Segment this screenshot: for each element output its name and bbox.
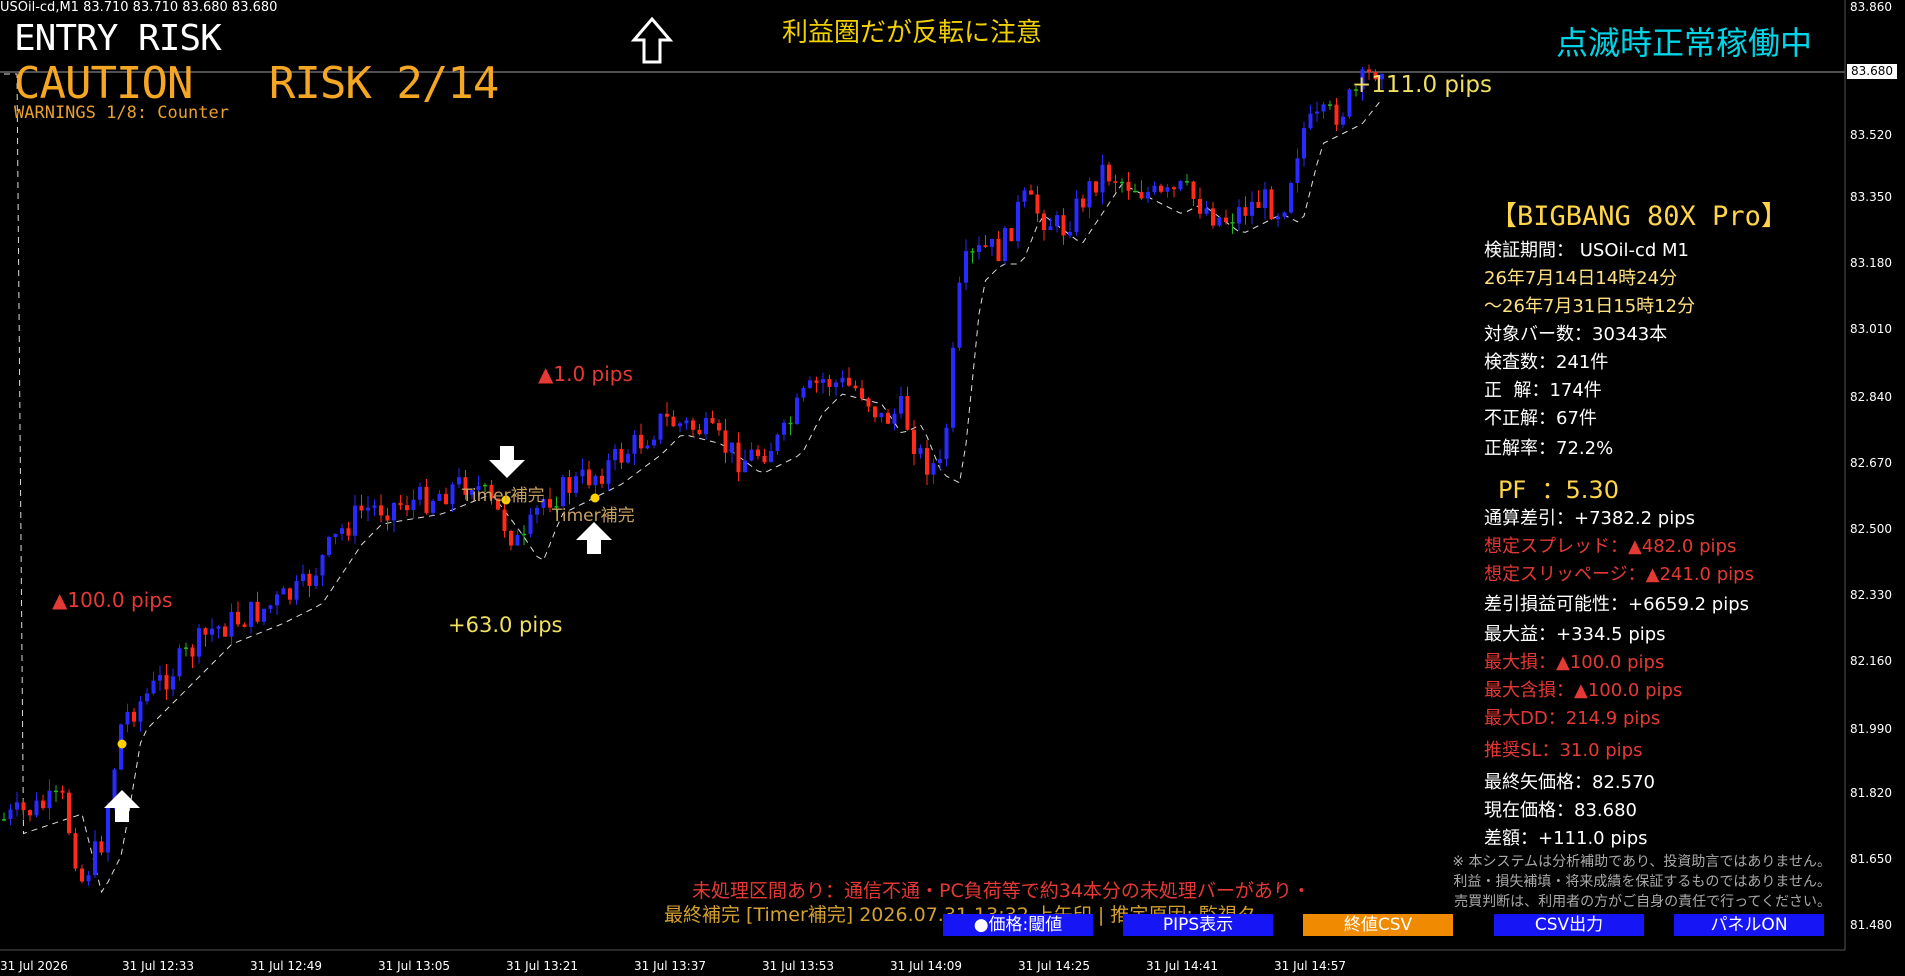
disclaimer-line: ※ 本システムは分析補助であり、投資助言ではありません。 bbox=[1452, 854, 1831, 870]
panel-period-start: 26年7月14日14時24分 bbox=[1484, 268, 1678, 289]
loss-label: ▲100.0 pips bbox=[52, 588, 173, 612]
time-axis-tick: 31 Jul 14:41 bbox=[1146, 959, 1218, 973]
moving-average-line bbox=[4, 73, 1383, 894]
panel-difference: 差額：+111.0 pips bbox=[1484, 828, 1648, 849]
panel-correct: 正 解：174件 bbox=[1484, 380, 1602, 401]
price-axis-tick: 83.010 bbox=[1850, 322, 1892, 336]
panel-profit-factor: PF ：5.30 bbox=[1498, 476, 1619, 504]
pips-display-button[interactable]: PIPS表示 bbox=[1123, 914, 1273, 936]
price-axis-tick: 82.160 bbox=[1850, 654, 1892, 668]
price-axis-tick: 82.670 bbox=[1850, 456, 1892, 470]
panel-current-price: 現在価格：83.680 bbox=[1484, 800, 1637, 821]
unprocessed-warning: 未処理区間あり：通信不通・PC負荷等で約34本分の未処理バーがあり・ bbox=[692, 880, 1311, 902]
time-axis-tick: 31 Jul 14:25 bbox=[1018, 959, 1090, 973]
price-threshold-button[interactable]: ●価格:閾値 bbox=[943, 914, 1093, 936]
panel-period-end: ～26年7月31日15時12分 bbox=[1484, 296, 1696, 317]
price-axis-tick: 83.350 bbox=[1850, 190, 1892, 204]
timer-fill-label: Timer補完 bbox=[462, 486, 545, 506]
signal-dot bbox=[117, 739, 127, 749]
caution-risk-label: CAUTION RISK 2/14 bbox=[14, 58, 499, 109]
price-axis-tick: 81.650 bbox=[1850, 852, 1892, 866]
disclaimer-line: 利益・損失補填・将来成績を保証するものではありません。 bbox=[1453, 874, 1831, 890]
panel-period: 検証期間： USOil-cd M1 bbox=[1484, 240, 1690, 261]
panel-recommended-sl: 推奨SL：31.0 pips bbox=[1484, 740, 1643, 761]
panel-on-button[interactable]: パネルON bbox=[1674, 914, 1824, 936]
time-axis-tick: 31 Jul 13:05 bbox=[378, 959, 450, 973]
panel-max-unrealized-loss: 最大含損：▲100.0 pips bbox=[1484, 680, 1683, 701]
profit-label: +63.0 pips bbox=[448, 613, 563, 637]
time-axis-tick: 31 Jul 14:57 bbox=[1274, 959, 1346, 973]
panel-slippage: 想定スリッページ：▲241.0 pips bbox=[1484, 564, 1754, 585]
loss-label: ▲1.0 pips bbox=[538, 362, 633, 386]
blinking-status-message: 点滅時正常稼働中 bbox=[1556, 24, 1813, 62]
csv-export-button[interactable]: CSV出力 bbox=[1494, 914, 1644, 936]
entry-risk-label: ENTRY RISK bbox=[14, 18, 222, 59]
time-axis-tick: 31 Jul 13:21 bbox=[506, 959, 578, 973]
close-csv-button[interactable]: 終値CSV bbox=[1303, 914, 1453, 936]
panel-accuracy: 正解率：72.2% bbox=[1484, 438, 1614, 459]
price-axis-tick: 82.840 bbox=[1850, 390, 1892, 404]
price-axis-tick: 81.480 bbox=[1850, 918, 1892, 932]
panel-net-diff: 通算差引：+7382.2 pips bbox=[1484, 508, 1696, 529]
timer-fill-label: Timer補完 bbox=[552, 506, 635, 526]
time-axis-tick: 31 Jul 13:37 bbox=[634, 959, 706, 973]
profit-label: +111.0 pips bbox=[1352, 72, 1492, 98]
price-axis-tick: 82.500 bbox=[1850, 522, 1892, 536]
top-advisory-message: 利益圏だが反転に注意 bbox=[782, 18, 1043, 48]
price-axis-tick: 83.520 bbox=[1850, 128, 1892, 142]
time-axis-tick: 31 Jul 13:53 bbox=[762, 959, 834, 973]
price-axis-tick: 81.990 bbox=[1850, 722, 1892, 736]
panel-spread: 想定スプレッド：▲482.0 pips bbox=[1484, 536, 1737, 557]
panel-max-drawdown: 最大DD：214.9 pips bbox=[1484, 708, 1661, 729]
price-axis-tick: 83.860 bbox=[1850, 0, 1892, 14]
time-axis-tick: 31 Jul 12:49 bbox=[250, 959, 322, 973]
up-arrow-outline-icon bbox=[630, 16, 674, 64]
panel-check-count: 検査数：241件 bbox=[1484, 352, 1609, 373]
warnings-label: WARNINGS 1/8: Counter bbox=[14, 103, 229, 123]
price-axis-tick: 83.180 bbox=[1850, 256, 1892, 270]
price-axis-tick: 82.330 bbox=[1850, 588, 1892, 602]
panel-max-loss: 最大損：▲100.0 pips bbox=[1484, 652, 1665, 673]
panel-possible-profit: 差引損益可能性：+6659.2 pips bbox=[1484, 594, 1750, 615]
disclaimer-line: 売買判断は、利用者の方がご自身の責任で行ってください。 bbox=[1454, 894, 1831, 910]
symbol-ohlc-header: USOil-cd,M1 83.710 83.710 83.680 83.680 bbox=[0, 0, 278, 15]
price-axis-tick: 81.820 bbox=[1850, 786, 1892, 800]
candlestick-series bbox=[2, 64, 1384, 886]
buy-arrow-icon bbox=[576, 522, 612, 554]
panel-max-profit: 最大益：+334.5 pips bbox=[1484, 624, 1666, 645]
time-axis-tick: 31 Jul 14:09 bbox=[890, 959, 962, 973]
time-axis-tick: 31 Jul 2026 bbox=[0, 959, 68, 973]
panel-incorrect: 不正解：67件 bbox=[1484, 408, 1597, 429]
panel-last-arrow-price: 最終矢価格：82.570 bbox=[1484, 772, 1655, 793]
current-price-tag: 83.680 bbox=[1847, 64, 1897, 79]
panel-bar-count: 対象バー数：30343本 bbox=[1484, 324, 1668, 345]
time-axis-tick: 31 Jul 12:33 bbox=[122, 959, 194, 973]
sell-arrow-icon bbox=[489, 446, 525, 478]
panel-title: 【BIGBANG 80X Pro】 bbox=[1490, 201, 1788, 232]
